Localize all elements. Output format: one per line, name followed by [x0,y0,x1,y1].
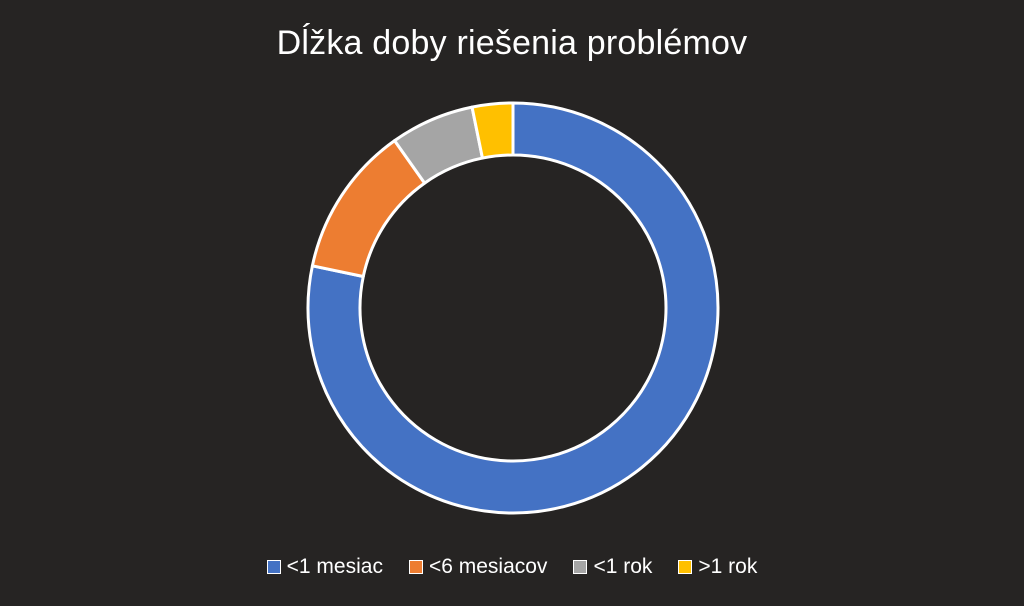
legend-label: >1 rok [698,555,758,578]
legend-item: >1 rok [678,555,757,579]
legend-item: <1 mesiac [266,555,383,579]
legend-label: <1 mesiac [286,555,383,578]
legend-item: <6 mesiacov [408,555,548,579]
legend-item: <1 rok [573,555,652,579]
legend-swatch [573,560,588,574]
legend-swatch [266,560,281,574]
legend-label: <6 mesiacov [428,555,548,578]
legend: <1 mesiac <6 mesiacov <1 rok >1 rok [0,555,1024,579]
donut-chart [306,101,720,515]
legend-swatch [408,560,423,574]
donut-slices [306,101,720,515]
legend-label: <1 rok [593,555,653,578]
legend-swatch [678,560,693,574]
